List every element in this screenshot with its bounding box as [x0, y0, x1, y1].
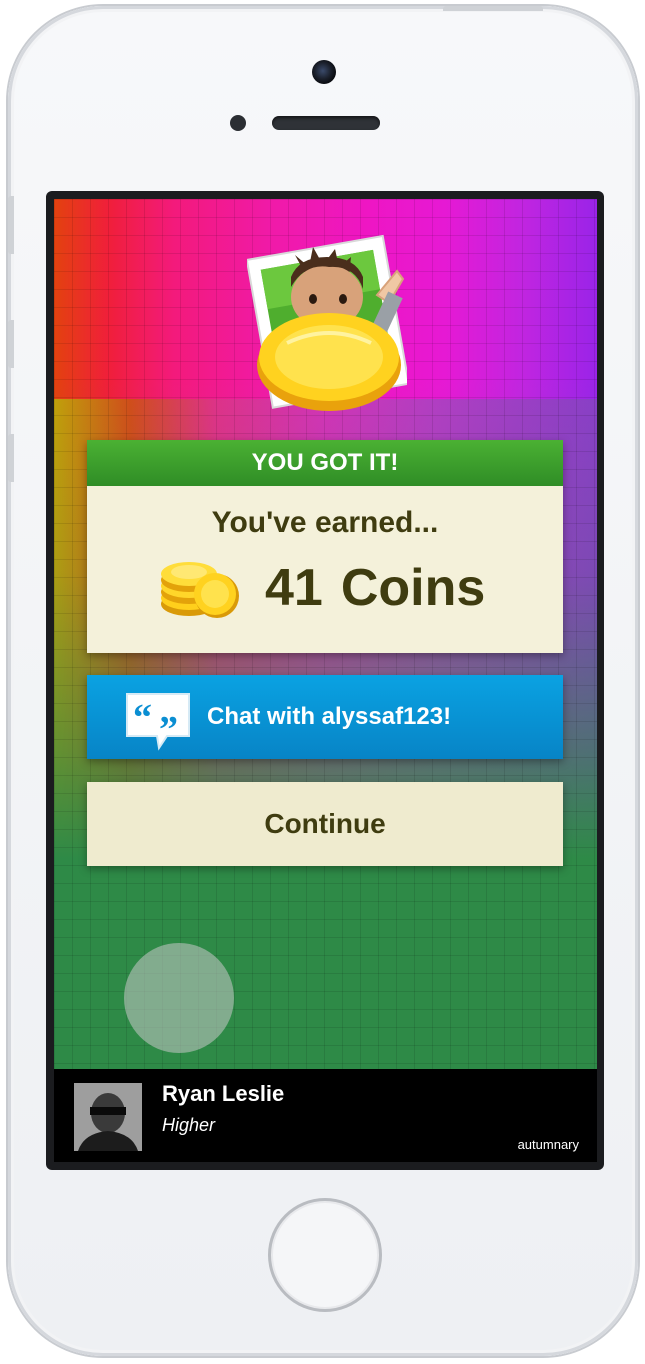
proximity-sensor [230, 115, 246, 131]
reward-panel: YOU GOT IT! You've earned... 41 Coins [87, 440, 563, 653]
quote-speech-bubble-icon: “ ” [126, 693, 190, 751]
coin-stack-icon [161, 562, 239, 618]
game-screen: YOU GOT IT! You've earned... 41 Coins “ … [54, 199, 597, 1162]
panel-header: YOU GOT IT! [87, 440, 563, 486]
svg-text:“: “ [133, 697, 152, 739]
chat-button[interactable]: “ ” Chat with alyssaf123! [87, 675, 563, 759]
svg-text:”: ” [159, 709, 178, 751]
coins-row: 41 Coins [87, 552, 563, 622]
avatar-coin-emblem-icon [247, 234, 407, 411]
earned-label: You've earned... [211, 506, 439, 539]
artist-photo-icon [74, 1083, 142, 1151]
touch-indicator [124, 943, 234, 1053]
watermark: autumnary [517, 1137, 579, 1152]
power-button [443, 6, 543, 11]
volume-down-button [8, 434, 14, 482]
now-playing-bar: Ryan Leslie Higher autumnary [54, 1069, 597, 1162]
mute-switch [8, 196, 14, 254]
coins-number: 41 [265, 559, 323, 617]
chat-button-label: Chat with alyssaf123! [207, 703, 452, 730]
artist-name: Ryan Leslie [162, 1081, 285, 1106]
album-art [74, 1083, 142, 1151]
coins-amount: 41 Coins [265, 558, 485, 618]
coins-unit: Coins [340, 559, 486, 617]
continue-button[interactable]: Continue [87, 782, 563, 866]
track-name: Higher [162, 1115, 216, 1135]
earpiece-speaker [272, 116, 380, 130]
front-camera-icon [312, 60, 336, 84]
home-button[interactable] [268, 1198, 382, 1312]
volume-up-button [8, 320, 14, 368]
